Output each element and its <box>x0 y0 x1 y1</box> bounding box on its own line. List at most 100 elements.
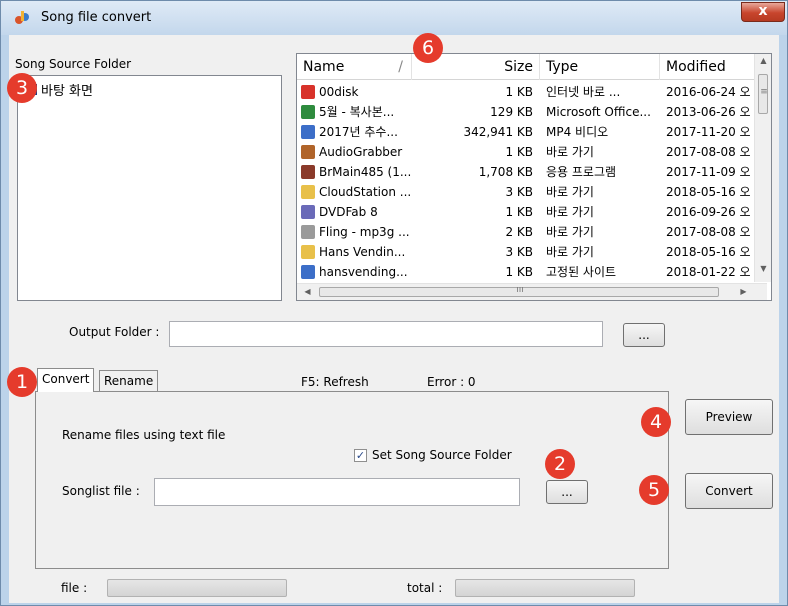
dvd-icon <box>301 205 315 219</box>
table-row[interactable]: 5월 - 복사본... 129 KB Microsoft Office... 2013… <box>297 102 754 122</box>
cell-type: 바로 가기 <box>546 205 594 219</box>
cell-modified: 2016-06-24 오 <box>666 85 751 99</box>
cell-modified: 2018-05-16 오 <box>666 185 751 199</box>
cell-name: Hans Vendin... <box>319 245 406 259</box>
cell-type: 바로 가기 <box>546 145 594 159</box>
table-row[interactable]: Fling - mp3g ... 2 KB 바로 가기 2017-08-08 오 <box>297 222 754 242</box>
table-row[interactable]: BrMain485 (1... 1,708 KB 응용 프로그램 2017-11-09… <box>297 162 754 182</box>
tree-item-label: 바탕 화면 <box>41 84 93 99</box>
output-folder-label: Output Folder : <box>69 325 160 339</box>
table-row[interactable]: AudioGrabber 1 KB 바로 가기 2017-08-08 오 <box>297 142 754 162</box>
grip-icon: ≡ <box>760 87 768 97</box>
scroll-left-icon[interactable]: ◀ <box>299 287 316 296</box>
file-progress-bar <box>107 579 287 597</box>
songlist-browse-button[interactable]: ... <box>546 480 588 504</box>
table-row[interactable]: hansvending... 1 KB 고정된 사이트 2018-01-22 오 <box>297 262 754 282</box>
scroll-right-icon[interactable]: ▶ <box>735 287 752 296</box>
set-source-folder-label: Set Song Source Folder <box>372 448 512 462</box>
cell-modified: 2017-08-08 오 <box>666 145 751 159</box>
table-row[interactable]: Hans Vendin... 3 KB 바로 가기 2018-05-16 오 <box>297 242 754 262</box>
scroll-thumb-vertical[interactable]: ≡ <box>758 74 768 114</box>
table-row[interactable]: CloudStation ... 3 KB 바로 가기 2018-05-16 오 <box>297 182 754 202</box>
songlist-label: Songlist file : <box>62 484 140 498</box>
preview-button[interactable]: Preview <box>685 399 773 435</box>
file-progress-label: file : <box>61 581 88 595</box>
list-header: Name / Size Type Modified <box>297 54 754 80</box>
table-row[interactable]: DVDFab 8 1 KB 바로 가기 2016-09-26 오 <box>297 202 754 222</box>
cell-name: Fling - mp3g ... <box>319 225 410 239</box>
column-name[interactable]: Name / <box>297 54 412 80</box>
cell-type: 인터넷 바로 ... <box>546 85 621 99</box>
site-icon <box>301 265 315 279</box>
grip-icon: ııı <box>516 285 524 295</box>
cell-modified: 2017-08-08 오 <box>666 225 751 239</box>
annotation-badge-4: 4 <box>641 407 671 437</box>
folder-tree[interactable]: 바탕 화면 <box>17 75 282 301</box>
cell-type: 바로 가기 <box>546 185 594 199</box>
cell-size: 3 KB <box>505 245 533 259</box>
cell-name: CloudStation ... <box>319 185 412 199</box>
cell-type: 응용 프로그램 <box>546 165 617 179</box>
cell-type: 고정된 사이트 <box>546 265 617 279</box>
cell-modified: 2017-11-20 오 <box>666 125 751 139</box>
annotation-badge-3: 3 <box>7 73 37 103</box>
vertical-scrollbar[interactable]: ▲ ≡ ▼ <box>754 54 771 282</box>
cell-type: Microsoft Office... <box>546 105 651 119</box>
column-resize-icon: / <box>398 59 403 75</box>
app-icon <box>301 165 315 179</box>
cell-modified: 2016-09-26 오 <box>666 205 751 219</box>
cell-type: MP4 비디오 <box>546 125 609 139</box>
source-folder-label: Song Source Folder <box>15 57 132 71</box>
column-type[interactable]: Type <box>540 54 660 80</box>
convert-description: Rename files using text file <box>62 428 226 442</box>
cell-size: 342,941 KB <box>463 125 533 139</box>
cell-size: 2 KB <box>505 225 533 239</box>
cell-size: 129 KB <box>490 105 533 119</box>
table-row[interactable]: 2017년 추수... 342,941 KB MP4 비디오 2017-11-20 오 <box>297 122 754 142</box>
client-area: Song Source Folder 바탕 화면 Name / Size Typ… <box>9 35 779 603</box>
app-icon <box>15 11 29 24</box>
scroll-up-icon[interactable]: ▲ <box>755 56 771 65</box>
shortcut-icon <box>301 225 315 239</box>
songlist-input[interactable] <box>154 478 520 506</box>
scroll-thumb-horizontal[interactable]: ııı <box>319 285 719 297</box>
cell-name: DVDFab 8 <box>319 205 378 219</box>
window-title: Song file convert <box>41 10 152 25</box>
cell-size: 1 KB <box>505 205 533 219</box>
cell-modified: 2018-01-22 오 <box>666 265 751 279</box>
convert-tab-panel: Rename files using text file ✓ Set Song … <box>35 391 669 569</box>
video-icon <box>301 125 315 139</box>
title-bar: Song file convert x <box>1 1 787 35</box>
cell-size: 1 KB <box>505 265 533 279</box>
convert-button[interactable]: Convert <box>685 473 773 509</box>
cell-type: 바로 가기 <box>546 245 594 259</box>
set-source-folder-checkbox[interactable]: ✓ <box>354 449 367 462</box>
tab-convert[interactable]: Convert <box>37 368 95 392</box>
cell-modified: 2013-06-26 오 <box>666 105 751 119</box>
red-dot-icon <box>301 85 315 99</box>
output-folder-input[interactable] <box>169 321 603 347</box>
annotation-badge-6: 6 <box>413 33 443 63</box>
table-row[interactable]: 00disk 1 KB 인터넷 바로 ... 2016-06-24 오 <box>297 82 754 102</box>
cell-name: 00disk <box>319 85 359 99</box>
file-list-view[interactable]: Name / Size Type Modified 00disk 1 KB 인터넷 … <box>296 53 772 301</box>
column-modified[interactable]: Modified <box>660 54 754 80</box>
annotation-badge-2: 2 <box>545 449 575 479</box>
total-progress-bar <box>455 579 635 597</box>
cell-name: AudioGrabber <box>319 145 403 159</box>
cell-size: 1,708 KB <box>478 165 533 179</box>
scroll-down-icon[interactable]: ▼ <box>755 264 771 273</box>
annotation-badge-1: 1 <box>7 367 37 397</box>
cell-name: hansvending... <box>319 265 408 279</box>
cell-size: 1 KB <box>505 85 533 99</box>
cell-modified: 2018-05-16 오 <box>666 245 751 259</box>
folder-icon <box>301 245 315 259</box>
output-browse-button[interactable]: ... <box>623 323 665 347</box>
cell-name: 2017년 추수... <box>319 125 398 139</box>
folder-icon <box>301 185 315 199</box>
horizontal-scrollbar[interactable]: ◀ ııı ▶ <box>297 283 767 300</box>
close-button[interactable]: x <box>741 2 785 22</box>
tab-rename[interactable]: Rename <box>99 370 159 392</box>
annotation-badge-5: 5 <box>639 475 669 505</box>
cell-name: BrMain485 (1... <box>319 165 412 179</box>
